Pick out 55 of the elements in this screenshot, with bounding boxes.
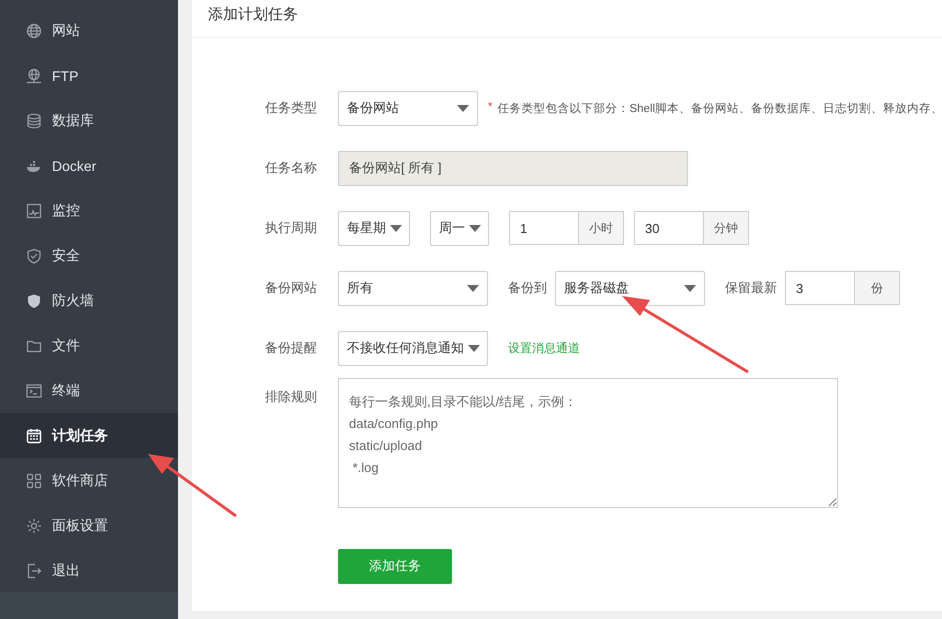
sidebar-item[interactable]: 终端 (0, 368, 178, 413)
field-label: 保留最新 (725, 279, 777, 297)
globe-icon (26, 22, 42, 38)
shield-icon (26, 292, 42, 308)
caret-icon (390, 224, 402, 232)
sidebar-item[interactable]: 退出 (0, 548, 178, 593)
input-field[interactable]: 备份网站[ 所有 ] (338, 150, 688, 186)
caret-icon (467, 284, 479, 292)
globe-network-icon (26, 68, 42, 84)
text-area[interactable]: 每行一条规则,目录不能以/结尾，示例： data/config.php static/upload *.log (338, 378, 838, 508)
caret-icon (684, 284, 696, 292)
field-label: 备份网站 (264, 279, 318, 297)
monitor-icon (26, 202, 42, 218)
sidebar-item[interactable]: 监控 (0, 188, 178, 233)
database-icon (26, 112, 42, 128)
sidebar-item[interactable]: Docker (0, 143, 178, 188)
dropdown[interactable]: 每星期 (338, 210, 410, 246)
sidebar-item[interactable]: 文件 (0, 323, 178, 368)
dropdown[interactable]: 不接收任何消息通知 (338, 330, 488, 366)
unit-label: 小时 (579, 211, 624, 245)
grid-icon (26, 472, 42, 488)
caret-icon (469, 224, 481, 232)
field-label: 排除规则 (264, 388, 318, 406)
dropdown[interactable]: 服务器磁盘 (555, 270, 705, 306)
dropdown[interactable]: 所有 (338, 270, 488, 306)
field-label: 执行周期 (264, 219, 318, 237)
sidebar-item[interactable]: 网站 (0, 8, 178, 53)
input-field[interactable]: 30 (634, 211, 704, 245)
field-label: 任务名称 (264, 159, 318, 177)
sidebar-item[interactable]: 面板设置 (0, 503, 178, 548)
sidebar-item[interactable]: 计划任务 (0, 413, 178, 458)
required-mark: * (488, 100, 492, 114)
sidebar-item[interactable]: 防火墙 (0, 278, 178, 323)
dropdown[interactable]: 备份网站 (338, 90, 478, 126)
unit-label: 分钟 (704, 211, 749, 245)
sidebar-item[interactable]: 软件商店 (0, 458, 178, 503)
caret-icon (468, 344, 480, 352)
terminal-icon (26, 382, 42, 398)
field-label: 任务类型 (264, 99, 318, 117)
unit-label: 份 (855, 271, 900, 305)
shield-icon (26, 248, 42, 264)
panel-title: 添加计划任务 (192, 0, 942, 38)
caret-icon (457, 104, 469, 112)
sidebar-item[interactable]: 安全 (0, 233, 178, 278)
field-label: 备份提醒 (264, 339, 318, 357)
input-field[interactable]: 1 (509, 211, 579, 245)
field-label: 备份到 (508, 279, 547, 297)
settings-icon (26, 518, 42, 534)
input-field[interactable]: 3 (785, 271, 855, 305)
calendar-icon (26, 428, 42, 444)
sidebar-item[interactable]: 数据库 (0, 98, 178, 143)
hint-text: 任务类型包含以下部分：Shell脚本、备份网站、备份数据库、日志切割、释放内存、 (497, 101, 942, 116)
sidebar-item[interactable]: FTP (0, 53, 178, 98)
dropdown[interactable]: 周一 (430, 210, 489, 246)
exit-icon (26, 562, 42, 578)
